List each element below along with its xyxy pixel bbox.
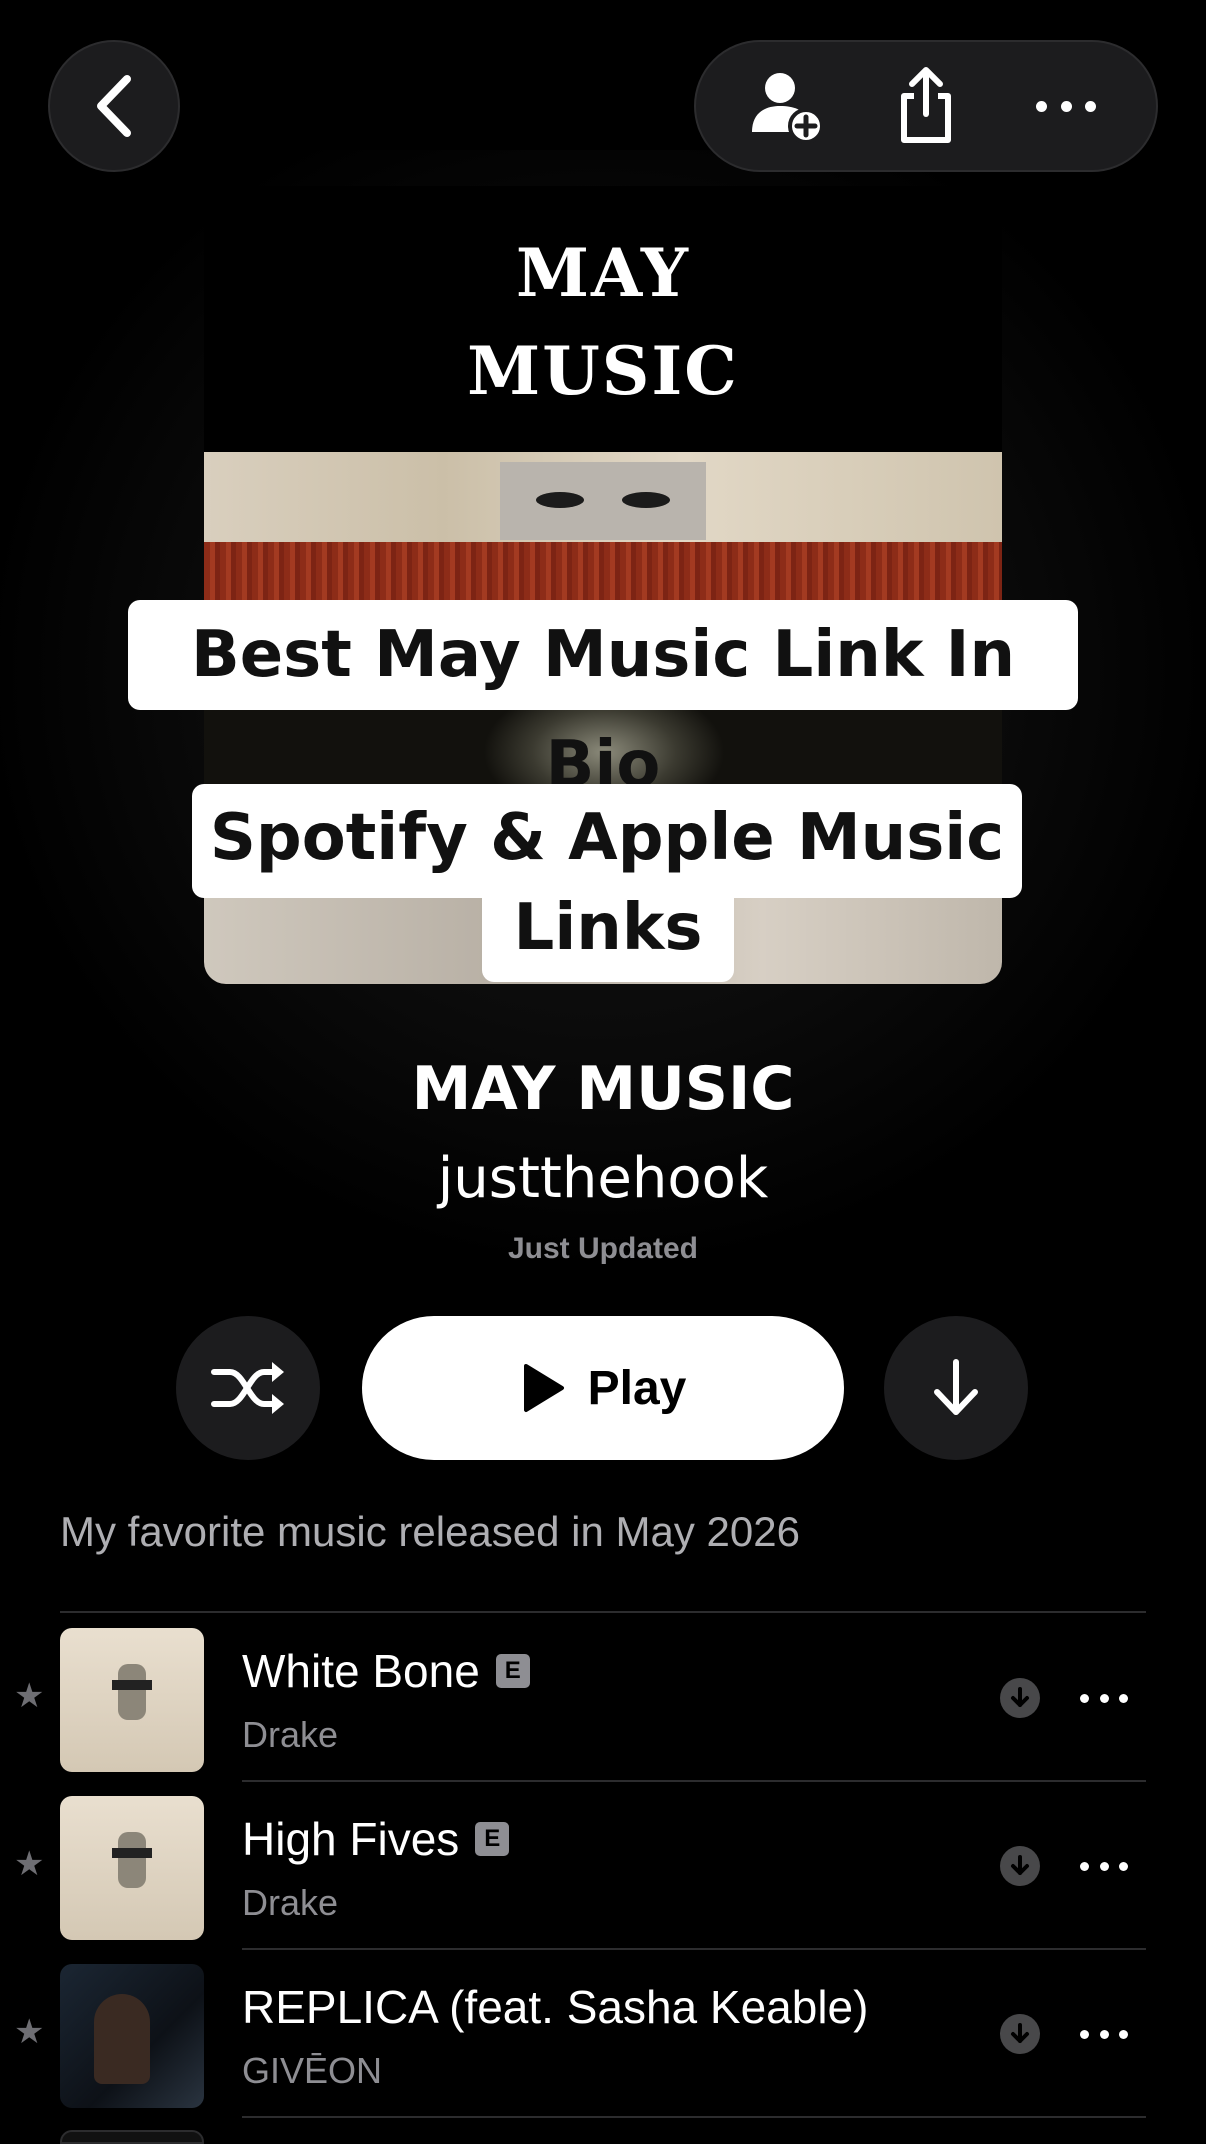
star-icon: ★ [14, 1845, 45, 1883]
explicit-badge: E [495, 1654, 530, 1688]
playlist-description: My favorite music released in May 2026 [60, 1508, 800, 1555]
download-button[interactable] [884, 1316, 1028, 1460]
ellipsis-icon [1036, 84, 1096, 128]
shuffle-icon [211, 1362, 284, 1414]
track-title: REPLICA (feat. Sasha Keable) [242, 1981, 869, 2033]
track-artwork [60, 1628, 204, 1772]
star-icon: ★ [14, 1677, 45, 1715]
track-artist: Drake [242, 1714, 339, 1755]
track-row[interactable]: ★ High Fives E Drake [0, 1782, 1206, 1950]
track-row[interactable]: ★ REPLICA (feat. Sasha Keable) GIVĒON [0, 1950, 1206, 2118]
track-row[interactable]: ★ White Bone E Drake [0, 1614, 1206, 1782]
track-more-button[interactable] [1080, 1676, 1128, 1720]
play-button[interactable]: Play [362, 1316, 844, 1460]
star-icon: ★ [14, 2013, 45, 2051]
download-status-icon[interactable] [1000, 1846, 1040, 1886]
explicit-badge: E [475, 1822, 510, 1856]
download-status-icon[interactable] [1000, 2014, 1040, 2054]
track-title-group: REPLICA (feat. Sasha Keable) [242, 1980, 868, 2034]
download-status-icon[interactable] [1000, 1678, 1040, 1718]
track-artist: Drake [242, 1882, 339, 1923]
list-divider [242, 2116, 1146, 2118]
track-title: High Fives [242, 1813, 460, 1865]
play-triangle-icon [523, 1364, 564, 1412]
share-icon [901, 67, 951, 143]
back-button[interactable] [48, 40, 180, 172]
track-title-group: White Bone E [242, 1644, 530, 1698]
artwork-title-line2: MUSIC [467, 332, 739, 410]
person-add-icon [752, 73, 824, 144]
playlist-owner[interactable]: justthehook [0, 1146, 1206, 1211]
list-divider [60, 1611, 1146, 1613]
artwork-title-line1: MAY [515, 234, 691, 312]
share-button[interactable] [871, 51, 981, 161]
track-more-button[interactable] [1080, 2012, 1128, 2056]
playlist-title: MAY MUSIC [411, 1054, 795, 1124]
overlay-caption: Links [482, 880, 734, 982]
top-actions-pill [694, 40, 1158, 172]
overlay-caption: Best May Music Link In Bio [128, 600, 1078, 802]
track-artwork [60, 1964, 204, 2108]
track-more-button[interactable] [1080, 1844, 1128, 1888]
add-collaborator-button[interactable] [731, 51, 841, 161]
artwork-collage-strip [204, 452, 1002, 542]
track-title-group: High Fives E [242, 1812, 510, 1866]
shuffle-button[interactable] [176, 1316, 320, 1460]
playlist-updated-status: Just Updated [507, 1232, 699, 1265]
more-options-button[interactable] [1011, 51, 1121, 161]
track-artist: GIVĒON [242, 2050, 383, 2091]
track-title: White Bone [242, 1645, 480, 1697]
download-arrow-icon [934, 1359, 978, 1415]
chevron-left-icon [97, 75, 131, 137]
play-label: Play [587, 1361, 687, 1415]
track-artwork [60, 1796, 204, 1940]
track-artwork [60, 2130, 204, 2144]
